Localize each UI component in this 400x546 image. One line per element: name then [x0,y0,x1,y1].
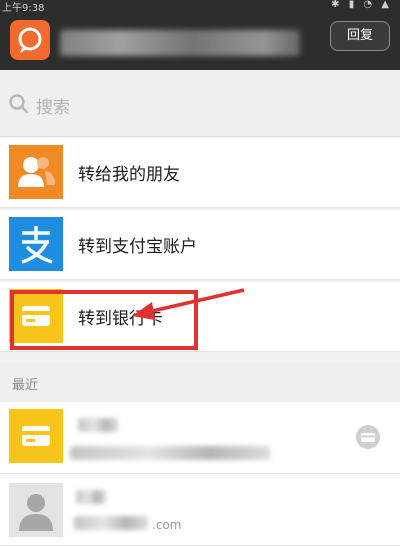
option-transfer-to-alipay[interactable]: 转到支付宝账户 [0,210,400,280]
search-icon [9,94,29,114]
blurred-recent-name [78,418,118,432]
option-label: 转到支付宝账户 [78,237,197,257]
recent-section-header: 最近 [0,362,400,402]
friends-icon [9,145,63,199]
alipay-icon [9,217,63,271]
top-header: 上午9:38 ✱ ▮ ◔ ▲ 回复 [0,0,400,70]
status-icons: ✱ ▮ ◔ ▲ [331,0,392,10]
status-bar: 上午9:38 ✱ ▮ ◔ ▲ [0,0,400,14]
card-indicator-icon [356,425,380,449]
bank-card-icon [9,409,63,463]
blurred-recent-detail [70,446,270,460]
option-label: 转给我的朋友 [78,165,180,185]
recent-section-label: 最近 [12,378,39,393]
default-avatar-icon [9,483,63,537]
status-time: 上午9:38 [2,3,45,14]
blurred-recent-detail [74,516,148,530]
reply-button[interactable]: 回复 [330,21,390,51]
recent-item-bank-card[interactable] [0,402,400,474]
blurred-contact-name [60,30,300,56]
highlight-box [10,290,198,350]
recent-item-contact[interactable] [0,474,400,546]
option-transfer-to-friend[interactable]: 转给我的朋友 [0,138,400,208]
search-bar[interactable]: 搜索 [0,70,400,137]
recent-contact-email-fragment: .com [152,518,182,532]
blurred-recent-name [76,490,106,504]
search-placeholder: 搜索 [36,98,70,118]
chat-logo-icon[interactable] [10,20,50,60]
